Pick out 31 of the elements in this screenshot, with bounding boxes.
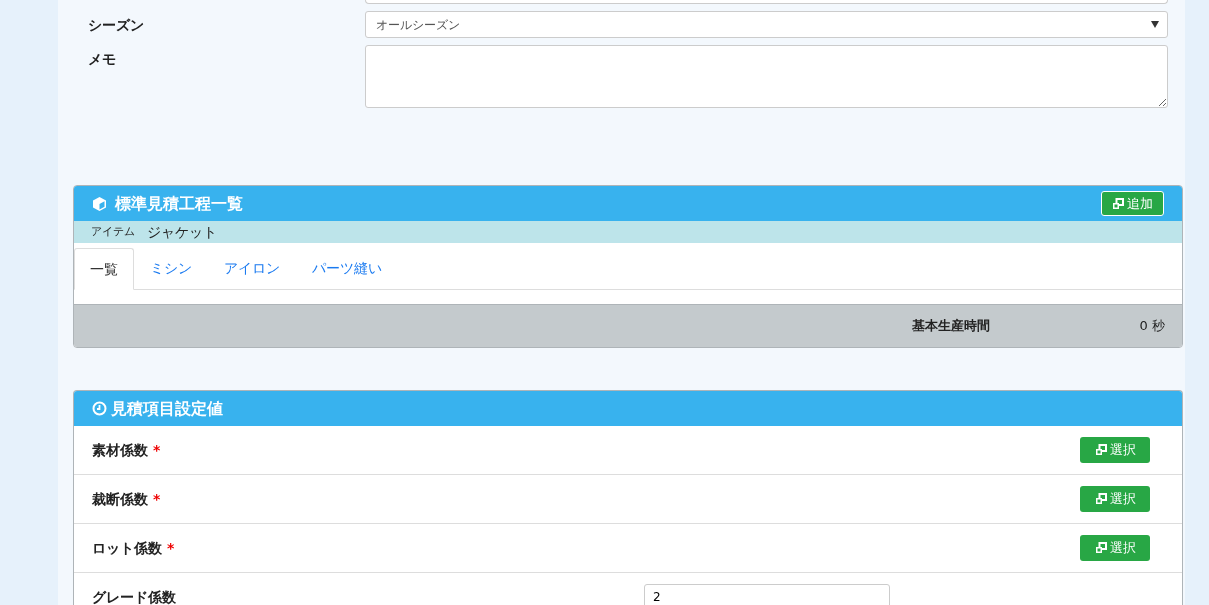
tab[interactable]: ミシン [134, 248, 208, 289]
clock-icon [92, 401, 107, 416]
field-label: シーズン [87, 16, 145, 35]
panel-title: 標準見積工程一覧 [115, 192, 243, 215]
dropdown-arrow-icon [1151, 21, 1159, 28]
setting-label: 裁断係数 * [92, 489, 162, 509]
panel-title: 見積項目設定値 [111, 397, 223, 420]
item-label: アイテム [91, 223, 135, 240]
restore-icon [1094, 444, 1107, 456]
setting-label: 素材係数 * [92, 440, 162, 460]
select-button[interactable]: 選択 [1080, 486, 1150, 512]
select-button[interactable]: 選択 [1080, 437, 1150, 463]
item-value: ジャケット [147, 222, 217, 242]
tab[interactable]: アイロン [208, 248, 296, 289]
restore-icon [1094, 542, 1107, 554]
number-field[interactable]: 2 [644, 583, 890, 605]
summary-value: 0 秒 [1139, 317, 1165, 336]
summary-label: 基本生産時間 [911, 317, 990, 336]
select-field[interactable]: オールシーズン [365, 11, 1168, 38]
restore-icon [1112, 197, 1124, 210]
input-field[interactable] [365, 0, 1168, 4]
setting-label: ロット係数 * [92, 538, 176, 558]
select-button[interactable]: 選択 [1080, 535, 1150, 561]
setting-label: グレード係数 [92, 587, 177, 605]
memo-field[interactable] [365, 45, 1168, 108]
add-button[interactable]: 追加 [1101, 190, 1164, 217]
restore-icon [1094, 493, 1107, 505]
tab[interactable]: パーツ縫い [296, 248, 398, 289]
tab[interactable]: 一覧 [74, 248, 134, 290]
cube-icon [92, 195, 107, 212]
field-label: メモ [87, 50, 117, 69]
